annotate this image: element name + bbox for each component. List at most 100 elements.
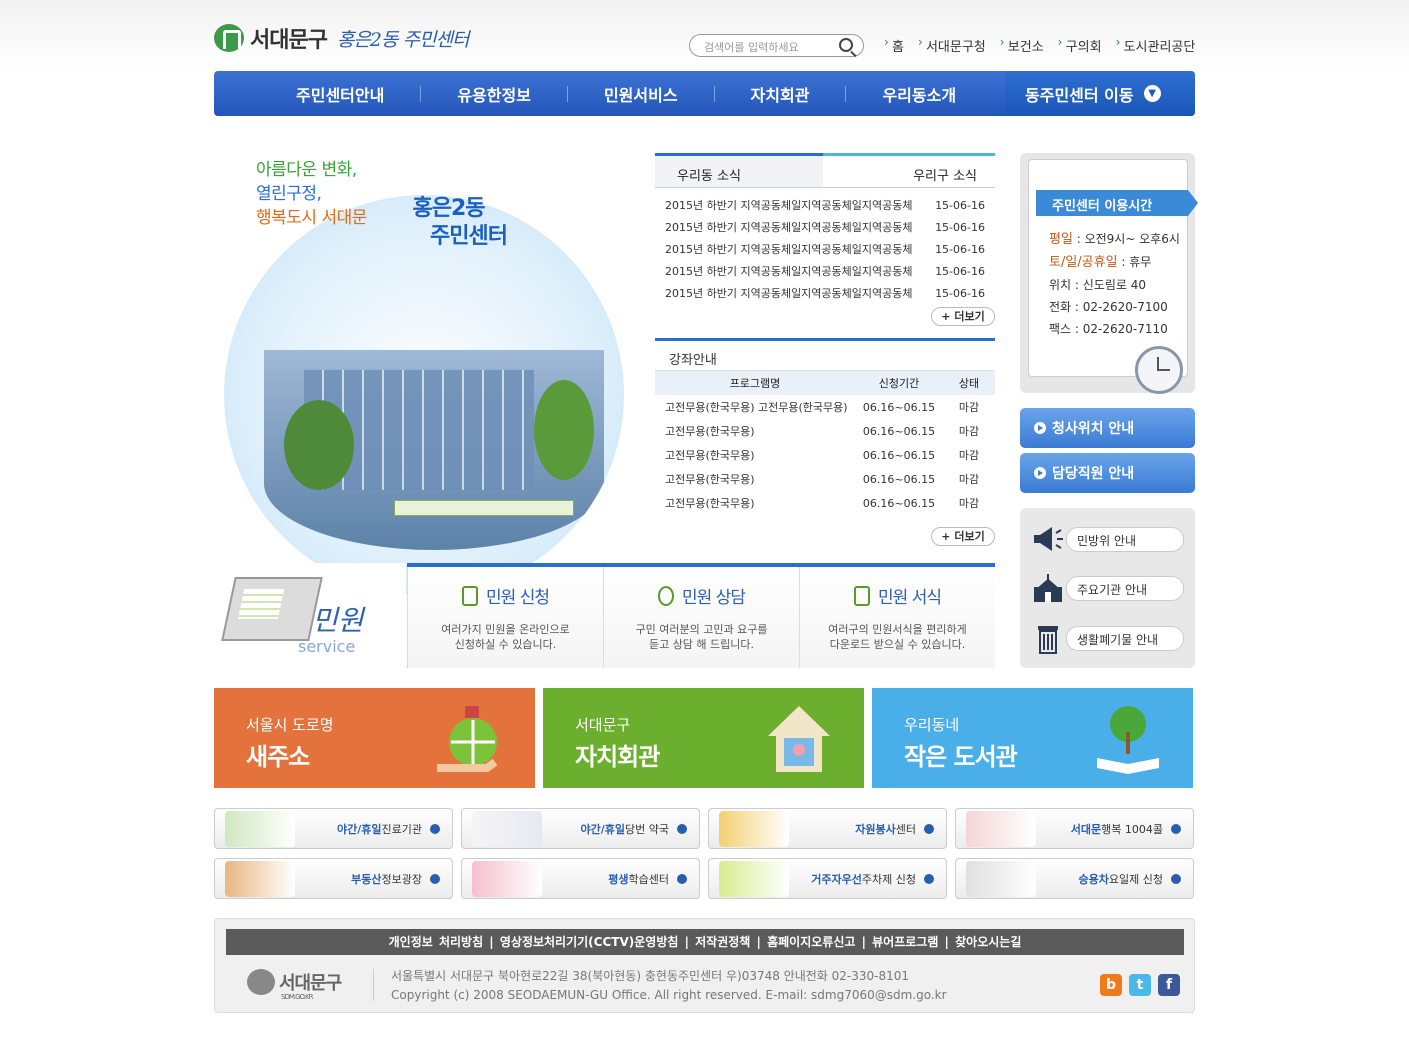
news-title[interactable]: 2015년 하반기 지역공동체일지역공동체일지역공동체 (665, 263, 915, 279)
table-row[interactable]: 고전무용(한국무용) 06.16~06.15 마감 (655, 491, 995, 515)
top-link-health-center[interactable]: 보건소 (1000, 35, 1044, 55)
news-list: 2015년 하반기 지역공동체일지역공동체일지역공동체 15-06-16 2015… (655, 188, 995, 310)
news-title[interactable]: 2015년 하반기 지역공동체일지역공동체일지역공동체 (665, 285, 915, 301)
twitter-icon[interactable]: t (1129, 974, 1151, 996)
blog-icon[interactable]: b (1100, 974, 1122, 996)
footer-links[interactable]: 개인정보 처리방침 | 영상정보처리기기(CCTV)운영방침 | 저작권정책 |… (226, 929, 1184, 955)
top-link-home[interactable]: 홈 (884, 35, 904, 55)
facebook-icon[interactable]: f (1158, 974, 1180, 996)
table-row[interactable]: 고전무용(한국무용) 06.16~06.15 마감 (655, 419, 995, 443)
quick-link-car-weekday[interactable]: 승용차 요일제 신청 (955, 858, 1194, 899)
table-row[interactable]: 고전무용(한국무용) 06.16~06.15 마감 (655, 443, 995, 467)
footer-logo: 서대문구 SDM.GO.KR (247, 969, 342, 1001)
lecture-name[interactable]: 고전무용(한국무용) 고전무용(한국무용) (655, 399, 855, 415)
banner-self-governing[interactable]: 서대문구 자치회관 (543, 688, 864, 788)
quick-link-lifelong-learning[interactable]: 평생 학습센터 (461, 858, 700, 899)
arrow-circle-icon (677, 824, 687, 834)
service-apply[interactable]: 민원 신청 여러가지 민원을 온라인으로 신청하실 수 있습니다. (407, 567, 603, 668)
arrow-circle-icon (1034, 422, 1046, 434)
lecture-status: 마감 (958, 401, 980, 414)
house-balloons-icon (225, 861, 295, 897)
quick-link-night-clinic[interactable]: 야간/휴일 진료기관 (214, 808, 453, 849)
volunteers-icon (719, 811, 789, 847)
household-waste-link[interactable]: 생활폐기물 안내 (1030, 620, 1188, 656)
major-institutions-link[interactable]: 주요기관 안내 (1030, 570, 1188, 606)
nav-item-our-dong[interactable]: 우리동소개 (882, 82, 956, 106)
service-consult-title[interactable]: 민원 상담 (682, 588, 746, 608)
lecture-name[interactable]: 고전무용(한국무용) (655, 495, 855, 511)
news-title[interactable]: 2015년 하반기 지역공동체일지역공동체일지역공동체 (665, 219, 915, 235)
office-location-button[interactable]: 청사위치 안내 (1020, 408, 1195, 448)
civil-defense-link[interactable]: 민방위 안내 (1030, 521, 1188, 557)
lecture-name[interactable]: 고전무용(한국무용) (655, 471, 855, 487)
list-item[interactable]: 2015년 하반기 지역공동체일지역공동체일지역공동체 15-06-16 (655, 216, 995, 238)
table-row[interactable]: 고전무용(한국무용) 고전무용(한국무용) 06.16~06.15 마감 (655, 395, 995, 419)
quick-link-resident-parking[interactable]: 거주자우선 주차제 신청 (708, 858, 947, 899)
quick-link-happy-1004[interactable]: 서대문 행복 1004콜 (955, 808, 1194, 849)
site-logo[interactable]: 서대문구 홍은2동 주민센터 (214, 22, 469, 54)
main-visual: 아름다운 변화, 열린구정, 행복도시 서대문 홍은2동 주민센터 (214, 125, 644, 595)
tree-image (284, 400, 354, 490)
top-link-district-office[interactable]: 서대문구청 (918, 35, 986, 55)
quick-link-real-estate[interactable]: 부동산 정보광장 (214, 858, 453, 899)
lecture-board: 강좌안내 프로그램명 신청기간 상태 고전무용(한국무용) 고전무용(한국무용)… (655, 338, 995, 546)
banner-row: 서울시 도로명 새주소 서대문구 자치회관 우리동네 작은 도서관 (214, 688, 1195, 788)
laptop-icon (221, 577, 323, 641)
lecture-name[interactable]: 고전무용(한국무용) (655, 423, 855, 439)
banner-new-address[interactable]: 서울시 도로명 새주소 (214, 688, 535, 788)
list-item[interactable]: 2015년 하반기 지역공동체일지역공동체일지역공동체 15-06-16 (655, 260, 995, 282)
lecture-status: 마감 (958, 497, 980, 510)
top-link-urban-corp[interactable]: 도시관리공단 (1116, 35, 1196, 55)
lecture-name[interactable]: 고전무용(한국무용) (655, 447, 855, 463)
center-move-button[interactable]: 동주민센터 이동 ▼ (1005, 71, 1195, 116)
lecture-period: 06.16~06.15 (862, 472, 936, 486)
nav-item-self-governing[interactable]: 자치회관 (751, 82, 810, 106)
visual-slogan: 아름다운 변화, 열린구정, 행복도시 서대문 (256, 158, 367, 230)
service-forms[interactable]: 민원 서식 여러구의 민원서식을 편리하게 다운로드 받으실 수 있습니다. (799, 567, 995, 668)
visual-title: 홍은2동 주민센터 (390, 195, 507, 251)
weekday-value: : 오전9시~ 오후6시 (1072, 232, 1180, 246)
car-icon (719, 861, 789, 897)
tab-our-gu-news[interactable]: 우리구 소식 (823, 153, 995, 187)
slogan-line: 열린구정, (256, 184, 322, 204)
service-forms-title[interactable]: 민원 서식 (878, 588, 942, 608)
quick-links: 야간/휴일 진료기관 야간/휴일 당번 약국 자원봉사 센터 서대문 행복 100… (214, 808, 1195, 899)
service-apply-title[interactable]: 민원 신청 (486, 588, 550, 608)
lecture-title: 강좌안내 (655, 338, 995, 371)
table-row[interactable]: 고전무용(한국무용) 06.16~06.15 마감 (655, 467, 995, 491)
service-columns: 민원 신청 여러가지 민원을 온라인으로 신청하실 수 있습니다. 민원 상담 구… (407, 563, 995, 668)
search-icon[interactable] (839, 38, 853, 52)
office-location-label: 청사위치 안내 (1052, 421, 1135, 437)
search-input[interactable]: 검색어를 입력하세요 (689, 34, 864, 57)
civil-service-section: 민원 service 민원 신청 여러가지 민원을 온라인으로 신청하실 수 있습… (214, 563, 995, 668)
banner-small-library[interactable]: 우리동네 작은 도서관 (872, 688, 1193, 788)
news-title[interactable]: 2015년 하반기 지역공동체일지역공동체일지역공동체 (665, 197, 915, 213)
quick-link-night-pharmacy[interactable]: 야간/휴일 당번 약국 (461, 808, 700, 849)
service-desc-line: 여러가지 민원을 온라인으로 (441, 623, 570, 636)
service-intro: 민원 service (214, 563, 406, 668)
service-subtitle: service (298, 637, 356, 656)
list-item[interactable]: 2015년 하반기 지역공동체일지역공동체일지역공동체 15-06-16 (655, 238, 995, 260)
list-item[interactable]: 2015년 하반기 지역공동체일지역공동체일지역공동체 15-06-16 (655, 282, 995, 304)
lecture-status: 마감 (958, 473, 980, 486)
tab-our-dong-news[interactable]: 우리동 소식 (655, 156, 823, 187)
quick-link-text: 요일제 신청 (1108, 872, 1163, 886)
service-consult[interactable]: 민원 상담 구민 여러분의 고민과 요구를 듣고 상담 해 드립니다. (603, 567, 799, 668)
top-link-council[interactable]: 구의회 (1058, 35, 1102, 55)
staff-info-label: 담당직원 안내 (1052, 466, 1135, 482)
service-desc-line: 여러구의 민원서식을 편리하게 (828, 623, 967, 636)
nav-item-useful-info[interactable]: 유용한정보 (457, 82, 531, 106)
quick-link-highlight: 야간/휴일 (337, 822, 382, 836)
news-title[interactable]: 2015년 하반기 지역공동체일지역공동체일지역공동체 (665, 241, 915, 257)
quick-link-highlight: 승용차 (1078, 872, 1109, 886)
quick-link-volunteer[interactable]: 자원봉사 센터 (708, 808, 947, 849)
news-date: 15-06-16 (935, 198, 985, 212)
nav-item-center-info[interactable]: 주민센터안내 (296, 82, 384, 106)
news-more-button[interactable]: + 더보기 (931, 307, 995, 326)
staff-info-button[interactable]: 담당직원 안내 (1020, 453, 1195, 493)
lecture-more-button[interactable]: + 더보기 (931, 527, 995, 546)
nav-item-civil-service[interactable]: 민원서비스 (604, 82, 678, 106)
list-item[interactable]: 2015년 하반기 지역공동체일지역공동체일지역공동체 15-06-16 (655, 194, 995, 216)
footer-logo-sub: SDM.GO.KR (281, 993, 313, 1001)
footer-logo-icon (247, 969, 275, 995)
